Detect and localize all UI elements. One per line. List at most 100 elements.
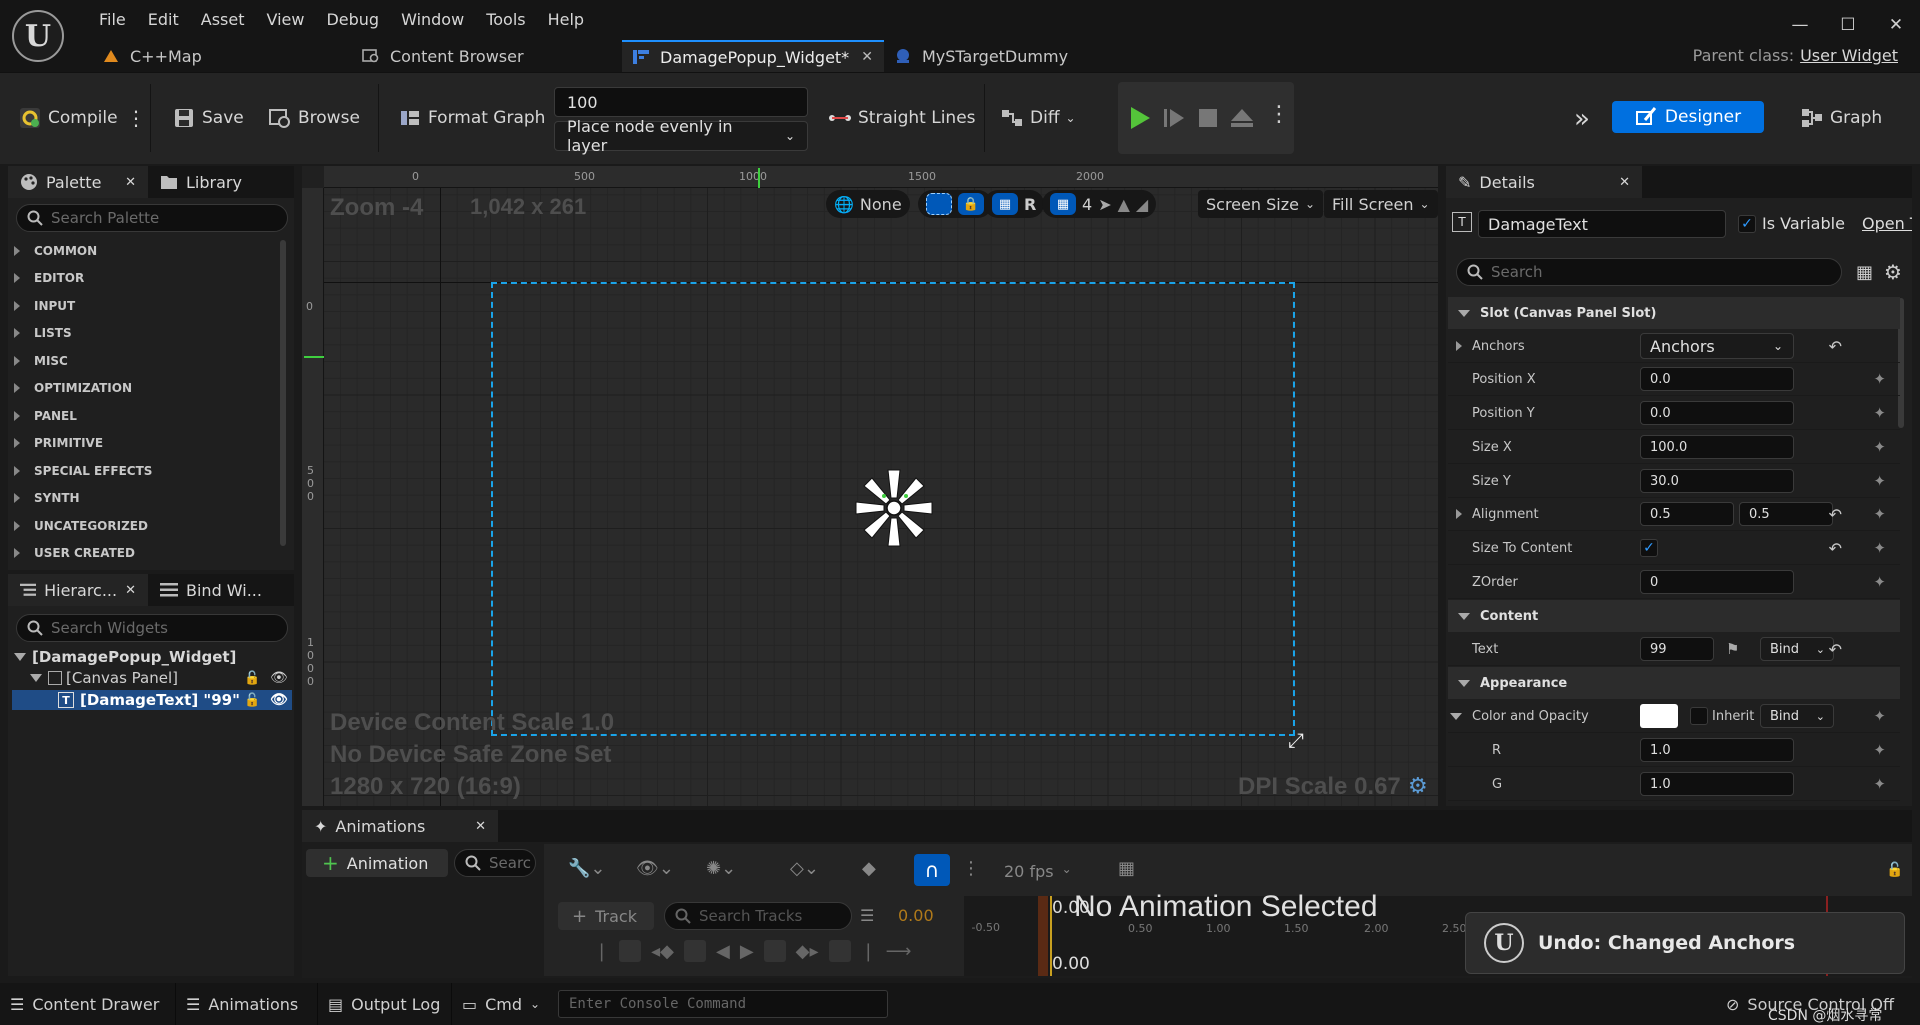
tab-cppmap[interactable]: C++Map <box>92 40 352 72</box>
pin-icon[interactable]: ✦ <box>1873 539 1886 557</box>
menu-help[interactable]: Help <box>537 8 595 31</box>
color-swatch[interactable] <box>1640 704 1678 728</box>
category-misc[interactable]: MISC <box>14 354 68 368</box>
menu-file[interactable]: File <box>88 8 137 31</box>
expand-arrow-icon[interactable] <box>1456 509 1462 519</box>
curve-editor-icon[interactable]: ▦ <box>1118 858 1135 879</box>
straight-lines-button[interactable]: Straight Lines <box>828 106 976 130</box>
go-to-end-icon[interactable]: ❘ <box>861 941 876 962</box>
section-slot[interactable]: Slot (Canvas Panel Slot) <box>1448 297 1900 329</box>
compile-button[interactable]: Compile <box>18 106 118 130</box>
position-y-input[interactable]: 0.0 <box>1640 401 1794 425</box>
image-icon[interactable]: ▲ <box>1118 195 1130 214</box>
eject-icon[interactable] <box>1230 108 1254 128</box>
pin-icon[interactable]: ✦ <box>1873 370 1886 388</box>
track-search-input[interactable]: Search Tracks <box>664 902 852 930</box>
animations-drawer-button[interactable]: ☰ Animations <box>176 983 318 1025</box>
size-to-content-checkbox[interactable]: ✓ <box>1640 539 1658 557</box>
tab-mystargetdummy[interactable]: MySTargetDummy <box>884 40 1114 72</box>
format-graph-button[interactable]: Format Graph <box>398 106 545 130</box>
menu-asset[interactable]: Asset <box>190 8 256 31</box>
eye-options-icon[interactable]: 👁⌄ <box>636 858 674 879</box>
close-tab-icon[interactable]: ✕ <box>861 49 873 65</box>
dpi-settings-gear-icon[interactable]: ⚙ <box>1408 774 1428 799</box>
wrench-icon[interactable]: 🔧⌄ <box>568 858 606 879</box>
section-appearance[interactable]: Appearance <box>1448 667 1900 699</box>
step-back-key-icon[interactable] <box>619 940 642 962</box>
layout-icon[interactable]: ▦ <box>992 193 1018 215</box>
color-r-input[interactable]: 1.0 <box>1640 738 1794 762</box>
text-bind-dropdown[interactable]: Bind ⌄ <box>1760 637 1834 661</box>
size-y-input[interactable]: 30.0 <box>1640 469 1794 493</box>
tree-root-item[interactable]: [DamagePopup_Widget] <box>14 648 236 666</box>
fps-dropdown[interactable]: 20 fps ⌄ <box>1004 862 1072 881</box>
pin-icon[interactable]: ✦ <box>1873 741 1886 759</box>
close-tab-icon[interactable]: ✕ <box>1619 175 1630 190</box>
graph-button[interactable]: Graph <box>1800 106 1882 130</box>
color-bind-dropdown[interactable]: Bind ⌄ <box>1760 704 1834 728</box>
localization-flag-icon[interactable]: ⚑ <box>1726 640 1739 658</box>
playback-options-icon[interactable]: ✺⌄ <box>706 858 736 879</box>
add-animation-button[interactable]: + Animation <box>306 849 448 877</box>
content-drawer-button[interactable]: ☰ Content Drawer <box>0 983 176 1025</box>
play-reverse-icon[interactable]: ◀ <box>716 941 730 962</box>
category-common[interactable]: COMMON <box>14 244 97 258</box>
designer-viewport[interactable]: 0 500 1000 1500 2000 0 5 0 0 1 0 0 0 Zoo… <box>302 166 1438 806</box>
fill-screen-dropdown[interactable]: Fill Screen ⌄ <box>1324 190 1438 218</box>
pin-icon[interactable]: ✦ <box>1873 404 1886 422</box>
auto-key-icon[interactable]: ◆ <box>862 858 876 879</box>
category-editor[interactable]: EDITOR <box>14 271 84 285</box>
reset-icon[interactable]: ↶ <box>1829 640 1842 659</box>
text-value-input[interactable]: 99 <box>1640 637 1714 661</box>
localization-preview-button[interactable]: 🌐 None <box>826 190 910 218</box>
expand-arrow-icon[interactable] <box>1456 341 1462 351</box>
double-chevron-right-icon[interactable]: » <box>1574 104 1590 134</box>
table-view-icon[interactable]: ▦ <box>1856 262 1873 283</box>
settings-gear-icon[interactable]: ⚙ <box>1884 260 1902 284</box>
anchor-medallion-icon[interactable] <box>854 468 934 548</box>
play-options-icon[interactable]: ⋮ <box>1268 102 1290 127</box>
step-icon[interactable] <box>1162 106 1186 130</box>
pin-icon[interactable]: ✦ <box>1873 573 1886 591</box>
size-x-input[interactable]: 100.0 <box>1640 435 1794 459</box>
play-icon[interactable] <box>1126 104 1154 132</box>
compile-options-icon[interactable]: ⋮ <box>126 106 146 130</box>
parent-class-link[interactable]: User Widget <box>1800 46 1898 65</box>
step-forward-frame-icon[interactable] <box>763 940 786 962</box>
tab-details[interactable]: ✎ Details ✕ <box>1446 166 1642 198</box>
output-log-button[interactable]: ▤ Output Log <box>318 983 452 1025</box>
anchors-dropdown[interactable]: Anchors ⌄ <box>1640 333 1794 359</box>
pin-icon[interactable]: ✦ <box>1873 775 1886 793</box>
lock-icon[interactable]: 🔓 <box>1886 862 1903 878</box>
color-g-input[interactable]: 1.0 <box>1640 772 1794 796</box>
unlock-icon[interactable]: 🔓 <box>244 671 260 686</box>
close-tab-icon[interactable]: ✕ <box>125 175 136 190</box>
close-tab-icon[interactable]: ✕ <box>475 819 486 834</box>
close-window-icon[interactable]: ✕ <box>1872 8 1920 42</box>
alignment-x-input[interactable]: 0.5 <box>1640 502 1734 526</box>
tab-library[interactable]: Library <box>148 166 254 198</box>
category-optimization[interactable]: OPTIMIZATION <box>14 381 132 395</box>
grid-snap-value[interactable]: 4 <box>1082 195 1092 214</box>
unreal-logo-icon[interactable]: U <box>12 10 64 62</box>
zorder-input[interactable]: 0 <box>1640 570 1794 594</box>
widget-search-input[interactable]: Search Widgets <box>16 614 288 642</box>
step-forward-key-icon[interactable] <box>828 940 851 962</box>
eye-icon[interactable]: 👁 <box>270 692 288 708</box>
r-toggle[interactable]: R <box>1024 195 1036 214</box>
tab-palette[interactable]: Palette ✕ <box>8 166 148 198</box>
filter-icon[interactable]: ☰ <box>860 906 874 925</box>
tab-bind-widgets[interactable]: Bind Wi... <box>148 574 274 606</box>
minimize-icon[interactable]: — <box>1776 8 1824 42</box>
go-to-start-icon[interactable]: ❘ <box>594 941 609 962</box>
prev-key-icon[interactable]: ◂◆ <box>651 941 674 962</box>
section-content[interactable]: Content <box>1448 600 1900 632</box>
category-uncategorized[interactable]: UNCATEGORIZED <box>14 519 148 533</box>
outline-icon[interactable] <box>926 193 952 215</box>
designer-button[interactable]: Designer <box>1612 101 1764 133</box>
collapse-arrow-icon[interactable] <box>1450 712 1462 720</box>
save-button[interactable]: Save <box>172 106 244 130</box>
pin-icon[interactable]: ✦ <box>1873 707 1886 725</box>
animation-search-input[interactable]: Searc <box>454 849 536 877</box>
category-synth[interactable]: SYNTH <box>14 491 80 505</box>
